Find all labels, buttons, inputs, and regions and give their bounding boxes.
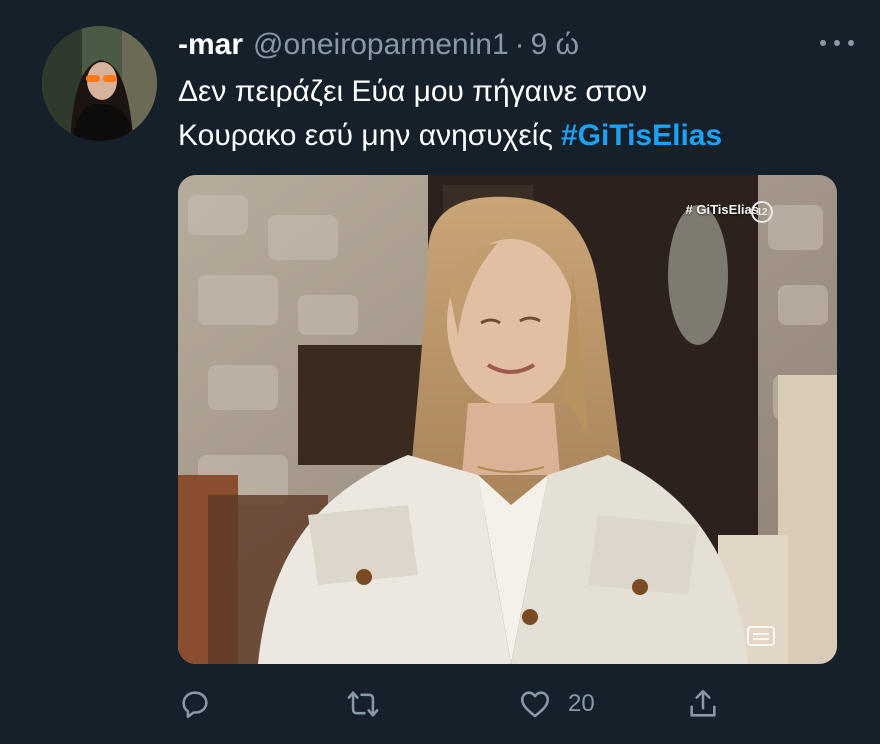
like-count: 20 [568,690,595,717]
hashtag-link[interactable]: #GiTisElias [561,119,722,152]
more-icon-dot [848,40,854,46]
share-button[interactable] [686,684,720,724]
user-handle[interactable]: @oneiroparmenin1 [253,28,509,62]
more-options-button[interactable] [820,30,854,56]
channel-logo: 12 [751,201,773,223]
like-button[interactable]: 20 [518,684,595,724]
tweet-text-line-2: Κουρακο εσύ μην ανησυχείς [178,119,553,152]
more-icon-dot [820,40,826,46]
avatar[interactable] [42,26,157,141]
tweet-actions: 20 [178,684,738,724]
tweet-text: Δεν πειράζει Εύα μου πήγαινε στον Κουρακ… [178,70,858,158]
avatar-image [42,26,157,141]
media-photo [178,175,837,664]
more-icon-dot [834,40,840,46]
share-icon [690,689,716,717]
reply-icon [182,691,208,719]
show-watermark: # GiTisElias [685,202,759,217]
tweet-timestamp[interactable]: 9 ώ [531,28,579,62]
tweet-media[interactable]: # GiTisElias 12 [178,175,837,664]
header-separator: · [514,28,525,61]
retweet-icon [347,691,379,717]
tweet-header: -mar @oneiroparmenin1 · 9 ώ [178,26,860,64]
tweet[interactable]: -mar @oneiroparmenin1 · 9 ώ Δεν πειράζει… [0,0,880,744]
display-name[interactable]: -mar [178,28,243,62]
retweet-button[interactable] [346,684,380,724]
tweet-text-line-1: Δεν πειράζει Εύα μου πήγαινε στον [178,75,648,108]
heart-icon [520,691,550,718]
captions-icon[interactable] [747,626,775,646]
reply-button[interactable] [178,684,212,724]
